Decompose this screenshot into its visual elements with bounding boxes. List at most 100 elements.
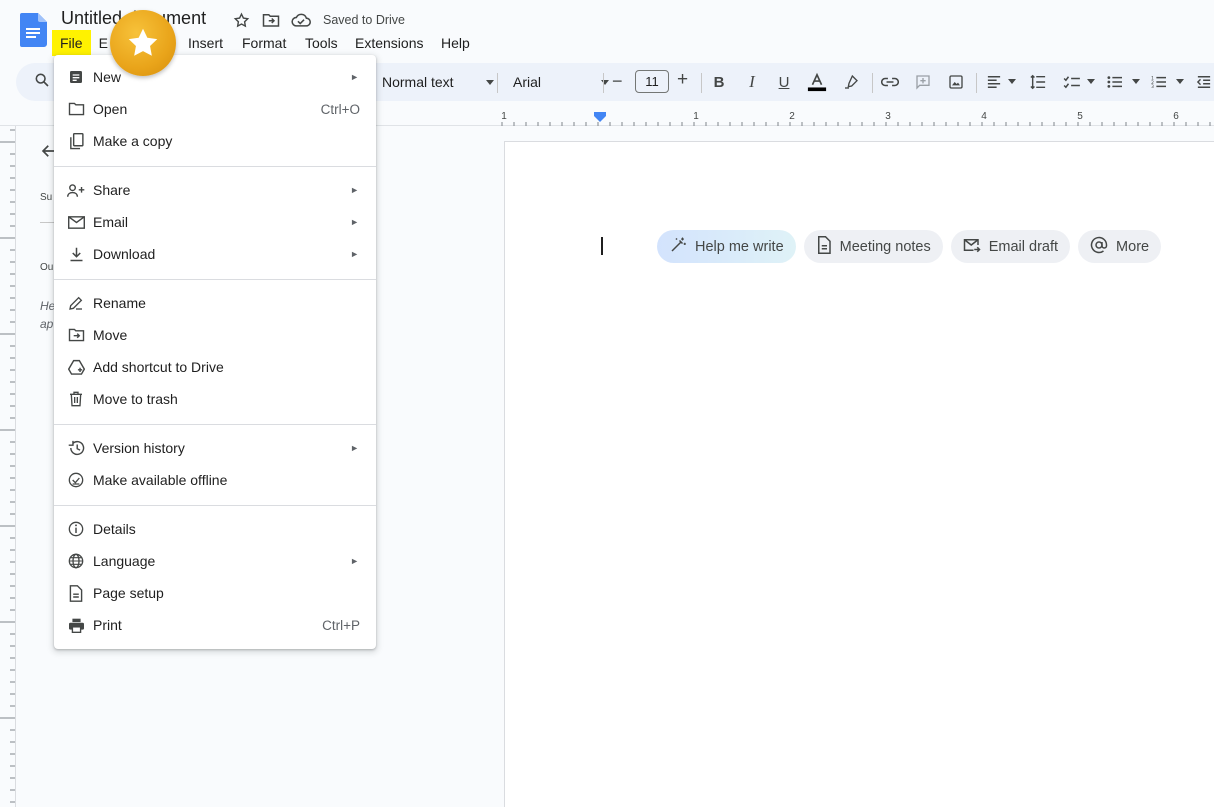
menu-item-email[interactable]: Email ► [54, 206, 376, 238]
text-cursor [601, 237, 603, 255]
menu-item-label: Email [93, 214, 129, 230]
menu-item-page-setup[interactable]: Page setup [54, 577, 376, 609]
smart-chips: Help me write Meeting notes Email draft … [657, 230, 1162, 263]
line-spacing-icon[interactable] [1028, 72, 1048, 92]
chevron-down-icon[interactable] [1176, 79, 1184, 84]
submenu-arrow-icon: ► [350, 185, 359, 195]
menu-help[interactable]: Help [433, 30, 478, 56]
bold-icon[interactable]: B [709, 72, 729, 92]
email-draft-chip[interactable]: Email draft [950, 230, 1071, 263]
bulleted-list-icon[interactable] [1105, 72, 1125, 92]
numbered-list-icon[interactable]: 123 [1149, 72, 1169, 92]
meeting-notes-chip[interactable]: Meeting notes [803, 230, 943, 263]
printer-icon [66, 615, 86, 635]
menu-format[interactable]: Format [234, 30, 294, 56]
underline-icon[interactable]: U [774, 72, 794, 92]
decrease-font-size-button[interactable]: − [612, 71, 623, 92]
menu-item-language[interactable]: Language ► [54, 545, 376, 577]
highlight-color-icon[interactable] [841, 72, 861, 92]
menu-tools[interactable]: Tools [297, 30, 346, 56]
horizontal-ruler[interactable]: 1 1 2 3 4 5 6 [500, 108, 1214, 126]
menu-item-download[interactable]: Download ► [54, 238, 376, 270]
paragraph-style-value: Normal text [382, 74, 454, 90]
menu-divider [54, 166, 376, 167]
move-folder-icon [66, 325, 86, 345]
indent-marker-icon[interactable] [594, 112, 606, 122]
menu-item-label: Make a copy [93, 133, 173, 149]
font-select[interactable]: Arial [513, 71, 609, 93]
menu-item-make-a-copy[interactable]: Make a copy [54, 125, 376, 157]
toolbar-divider [976, 73, 977, 93]
folder-icon [66, 99, 86, 119]
chevron-down-icon[interactable] [1087, 79, 1095, 84]
menu-item-version-history[interactable]: Version history ► [54, 432, 376, 464]
menu-item-move-to-trash[interactable]: Move to trash [54, 383, 376, 415]
menu-item-label: Download [93, 246, 156, 262]
ruler-label: 1 [693, 111, 699, 122]
cloud-saved-icon[interactable] [291, 10, 311, 30]
docs-logo-icon[interactable] [20, 13, 47, 47]
menu-insert[interactable]: Insert [180, 30, 231, 56]
menu-item-label: Language [93, 553, 156, 569]
menu-item-new[interactable]: New ► [54, 61, 376, 93]
menu-item-details[interactable]: Details [54, 513, 376, 545]
history-icon [66, 438, 86, 458]
menu-divider [54, 424, 376, 425]
email-send-icon [963, 237, 981, 257]
menu-item-make-available-offline[interactable]: Make available offline [54, 464, 376, 496]
italic-icon[interactable]: I [742, 72, 762, 92]
ruler-label: 4 [981, 111, 987, 122]
menu-file[interactable]: File [52, 30, 91, 56]
move-folder-icon[interactable] [261, 10, 281, 30]
vertical-ruler[interactable] [0, 126, 16, 807]
file-menu-dropdown: New ► Open Ctrl+O Make a copy Share ► Em… [54, 55, 376, 649]
info-icon [66, 519, 86, 539]
chevron-down-icon[interactable] [1132, 79, 1140, 84]
menu-item-add-shortcut[interactable]: Add shortcut to Drive [54, 351, 376, 383]
star-icon[interactable] [231, 10, 251, 30]
menu-item-move[interactable]: Move [54, 319, 376, 351]
paragraph-style-select[interactable]: Normal text [382, 71, 494, 93]
new-document-icon [66, 67, 86, 87]
increase-font-size-button[interactable]: + [677, 69, 688, 91]
menu-item-label: Rename [93, 295, 146, 311]
download-icon [66, 244, 86, 264]
menu-item-rename[interactable]: Rename [54, 287, 376, 319]
submenu-arrow-icon: ► [350, 249, 359, 259]
ruler-label: 2 [789, 111, 795, 122]
menu-item-label: Print [93, 617, 122, 633]
toolbar-divider [497, 73, 498, 93]
font-value: Arial [513, 74, 542, 90]
more-chip[interactable]: More [1078, 230, 1162, 263]
insert-image-icon[interactable] [946, 72, 966, 92]
menu-item-label: Add shortcut to Drive [93, 359, 224, 375]
ruler-label: 5 [1077, 111, 1083, 122]
globe-icon [66, 551, 86, 571]
decrease-indent-icon[interactable] [1194, 72, 1214, 92]
drive-shortcut-icon [66, 357, 86, 377]
help-me-write-chip[interactable]: Help me write [657, 230, 796, 263]
menu-item-open[interactable]: Open Ctrl+O [54, 93, 376, 125]
search-menus-icon[interactable] [34, 72, 50, 93]
at-sign-icon [1090, 236, 1108, 258]
menu-item-label: Open [93, 101, 128, 117]
text-color-icon[interactable] [807, 72, 827, 92]
checklist-icon[interactable] [1062, 72, 1082, 92]
menu-item-share[interactable]: Share ► [54, 174, 376, 206]
meeting-notes-label: Meeting notes [839, 238, 931, 255]
ruler-label: 6 [1173, 111, 1179, 122]
outline-heading-label: Ou [40, 262, 54, 273]
menu-item-print[interactable]: Print Ctrl+P [54, 609, 376, 641]
chevron-down-icon [486, 79, 494, 85]
align-left-icon[interactable] [984, 72, 1004, 92]
copy-icon [66, 131, 86, 151]
more-label: More [1116, 238, 1150, 255]
menu-extensions[interactable]: Extensions [347, 30, 431, 56]
chevron-down-icon[interactable] [1008, 79, 1016, 84]
page-setup-icon [66, 583, 86, 603]
font-size-input[interactable]: 11 [635, 70, 669, 93]
insert-link-icon[interactable] [880, 72, 900, 92]
document-icon [816, 235, 832, 258]
add-comment-icon[interactable] [913, 72, 933, 92]
ruler-label: 1 [501, 111, 507, 122]
